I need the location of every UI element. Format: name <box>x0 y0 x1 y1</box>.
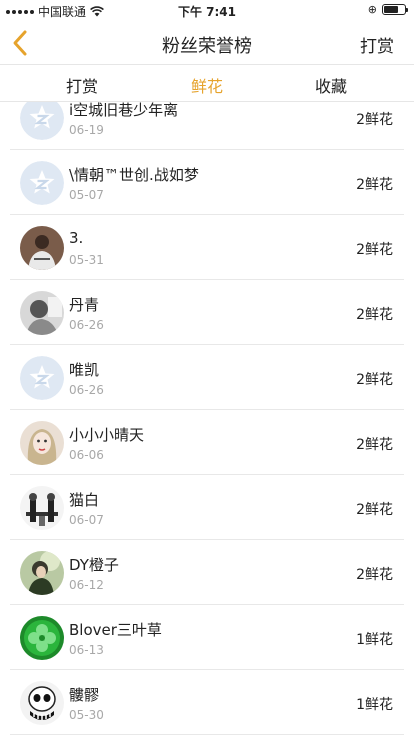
avatar[interactable] <box>20 161 64 205</box>
gift-date: 06-12 <box>69 578 104 592</box>
flower-count: 2鲜花 <box>356 372 393 388</box>
list-item[interactable]: 3. 05-31 2鲜花 <box>10 215 404 280</box>
status-time: 下午 7:41 <box>177 5 237 19</box>
fan-name: \情朝™世创.战如梦 <box>69 166 199 184</box>
avatar[interactable] <box>20 421 64 465</box>
fan-name: 唯凯 <box>69 361 100 379</box>
avatar[interactable] <box>20 226 64 270</box>
fan-name: 小小小晴天 <box>69 426 145 444</box>
list-item[interactable]: 小小小晴天 06-06 2鲜花 <box>10 410 404 475</box>
fan-name: Blover三叶草 <box>69 621 162 639</box>
gift-date: 05-07 <box>69 188 104 202</box>
flower-count: 2鲜花 <box>356 112 393 128</box>
list-item[interactable]: DY橙子 06-12 2鲜花 <box>10 540 404 605</box>
list-item[interactable]: 猫白 06-07 2鲜花 <box>10 475 404 540</box>
gift-date: 06-13 <box>69 643 104 657</box>
status-bar: 中国联通 下午 7:41 ⊕ <box>0 0 414 22</box>
gift-date: 05-31 <box>69 253 104 267</box>
avatar[interactable] <box>20 102 64 140</box>
flower-count: 2鲜花 <box>356 307 393 323</box>
gift-date: 06-07 <box>69 513 104 527</box>
tab-reward[interactable]: 打赏 <box>32 73 132 97</box>
tab-favorites[interactable]: 收藏 <box>281 73 381 97</box>
gift-date: 05-30 <box>69 708 104 722</box>
reward-nav-button[interactable]: 打赏 <box>360 32 394 57</box>
tab-flowers[interactable]: 鲜花 <box>157 73 257 97</box>
fan-list[interactable]: i空城旧巷少年离 06-19 2鲜花 \情朝™世创.战如梦 05-07 2鲜花 3. 05-3… <box>0 102 414 736</box>
status-right: ⊕ <box>367 3 408 16</box>
flower-count: 2鲜花 <box>356 567 393 583</box>
fan-name: 丹青 <box>69 296 100 314</box>
rotation-lock-icon: ⊕ <box>367 3 377 16</box>
list-item[interactable]: 丹青 06-26 2鲜花 <box>10 280 404 345</box>
fan-name: 3. <box>69 229 84 247</box>
flower-count: 2鲜花 <box>356 242 393 258</box>
flower-count: 2鲜花 <box>356 502 393 518</box>
avatar[interactable] <box>20 681 64 725</box>
gift-date: 06-19 <box>69 123 104 137</box>
avatar[interactable] <box>20 616 64 660</box>
fan-name: 髏髎 <box>69 686 100 704</box>
avatar[interactable] <box>20 551 64 595</box>
list-item[interactable]: Blover三叶草 06-13 1鲜花 <box>10 605 404 670</box>
list-item[interactable]: 髏髎 05-30 1鲜花 <box>10 670 404 735</box>
page-title: 粉丝荣誉榜 <box>162 36 252 57</box>
tab-bar: 打赏 鲜花 收藏 <box>0 64 414 102</box>
avatar[interactable] <box>20 291 64 335</box>
gift-date: 06-06 <box>69 448 104 462</box>
flower-count: 1鲜花 <box>356 697 393 713</box>
fan-name: 猫白 <box>69 491 100 509</box>
flower-count: 2鲜花 <box>356 437 393 453</box>
gift-date: 06-26 <box>69 383 104 397</box>
list-item[interactable]: 唯凯 06-26 2鲜花 <box>10 345 404 410</box>
gift-date: 06-26 <box>69 318 104 332</box>
flower-count: 1鲜花 <box>356 632 393 648</box>
nav-bar: 粉丝荣誉榜 打赏 <box>0 22 414 64</box>
fan-name: i空城旧巷少年离 <box>69 102 179 119</box>
fan-list-inner: i空城旧巷少年离 06-19 2鲜花 \情朝™世创.战如梦 05-07 2鲜花 3. 05-3… <box>0 102 414 735</box>
avatar[interactable] <box>20 356 64 400</box>
list-item[interactable]: \情朝™世创.战如梦 05-07 2鲜花 <box>10 150 404 215</box>
fan-name: DY橙子 <box>69 556 119 574</box>
flower-count: 2鲜花 <box>356 177 393 193</box>
avatar[interactable] <box>20 486 64 530</box>
battery-icon <box>382 4 408 15</box>
list-item[interactable]: i空城旧巷少年离 06-19 2鲜花 <box>10 102 404 150</box>
